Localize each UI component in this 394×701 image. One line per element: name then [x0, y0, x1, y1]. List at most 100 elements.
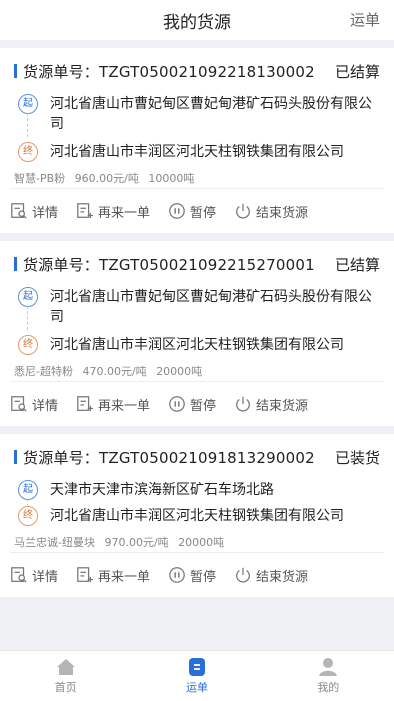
status-badge: 已装货: [334, 448, 380, 467]
destination-row: 终 河北省唐山市丰润区河北天柱钢铁集团有限公司: [18, 335, 380, 355]
card-header: 货源单号：TZGT050021091813290002 已装货: [14, 434, 380, 480]
order-again-label: 再来一单: [98, 569, 151, 585]
tab-home-label: 首页: [54, 681, 77, 694]
status-badge: 已结算: [334, 255, 380, 274]
power-icon: [236, 567, 250, 583]
title-bar-marker: [14, 64, 17, 78]
title-bar-marker: [14, 257, 17, 271]
origin-row: 起 河北省唐山市曹妃甸区曹妃甸港矿石码头股份有限公司: [18, 94, 380, 137]
goods-name: 马兰忠诚-纽曼块: [14, 536, 95, 549]
end-cargo-button[interactable]: 结束货源: [234, 395, 308, 414]
detail-button[interactable]: 详情: [10, 566, 58, 585]
pause-icon: [169, 203, 185, 219]
origin-tag: 起: [18, 94, 38, 114]
pause-button[interactable]: 暂停: [168, 395, 216, 414]
order-again-icon: [77, 567, 94, 583]
tab-home[interactable]: 首页: [0, 651, 131, 701]
destination-tag: 终: [18, 506, 38, 526]
order-again-button[interactable]: 再来一单: [76, 395, 150, 414]
order-again-label: 再来一单: [98, 205, 151, 221]
tab-mine[interactable]: 我的: [263, 651, 394, 701]
goods-name: 悉尼-超特粉: [14, 365, 73, 378]
status-badge: 已结算: [334, 62, 380, 81]
pause-button[interactable]: 暂停: [168, 202, 216, 221]
destination-address: 河北省唐山市丰润区河北天柱钢铁集团有限公司: [50, 508, 344, 524]
detail-label: 详情: [32, 205, 59, 221]
tab-mine-label: 我的: [317, 681, 340, 694]
cargo-card[interactable]: 货源单号：TZGT050021092215270001 已结算 起 河北省唐山市…: [0, 241, 394, 426]
cargo-number: 货源单号：TZGT050021092218130002: [23, 62, 315, 81]
unit-price: 970.00元/吨: [104, 536, 169, 549]
order-again-button[interactable]: 再来一单: [76, 202, 150, 221]
detail-button[interactable]: 详情: [10, 202, 58, 221]
pause-label: 暂停: [190, 205, 217, 221]
end-cargo-label: 结束货源: [256, 569, 309, 585]
origin-tag: 起: [18, 287, 38, 307]
pause-icon: [169, 396, 185, 412]
power-icon: [236, 396, 250, 412]
card-actions: 详情 再来一单 暂停 结束货源: [10, 381, 384, 426]
route: 起 河北省唐山市曹妃甸区曹妃甸港矿石码头股份有限公司 终 河北省唐山市丰润区河北…: [14, 94, 380, 162]
cargo-card[interactable]: 货源单号：TZGT050021091813290002 已装货 起 天津市天津市…: [0, 434, 394, 597]
cargo-meta: 马兰忠诚-纽曼块 970.00元/吨 20000吨: [14, 534, 380, 552]
quantity: 20000吨: [156, 365, 203, 378]
route-connector: [27, 306, 28, 330]
cargo-list: 货源单号：TZGT050021092218130002 已结算 起 河北省唐山市…: [0, 40, 394, 597]
waybill-link[interactable]: 运单: [350, 9, 380, 30]
tab-waybill-label: 运单: [185, 681, 208, 694]
pause-label: 暂停: [190, 569, 217, 585]
end-cargo-button[interactable]: 结束货源: [234, 566, 308, 585]
destination-row: 终 河北省唐山市丰润区河北天柱钢铁集团有限公司: [18, 506, 380, 526]
order-again-icon: [77, 396, 94, 412]
page-title: 我的货源: [163, 13, 231, 33]
quantity: 10000吨: [148, 172, 195, 185]
detail-icon: [11, 567, 27, 583]
card-header: 货源单号：TZGT050021092215270001 已结算: [14, 241, 380, 287]
origin-address: 河北省唐山市曹妃甸区曹妃甸港矿石码头股份有限公司: [50, 96, 372, 132]
detail-icon: [11, 203, 27, 219]
pause-icon: [169, 567, 185, 583]
cargo-card[interactable]: 货源单号：TZGT050021092218130002 已结算 起 河北省唐山市…: [0, 48, 394, 233]
card-actions: 详情 再来一单 暂停 结束货源: [10, 552, 384, 597]
card-header: 货源单号：TZGT050021092218130002 已结算: [14, 48, 380, 94]
power-icon: [236, 203, 250, 219]
tab-waybill[interactable]: 运单: [131, 651, 262, 701]
cargo-number: 货源单号：TZGT050021091813290002: [23, 448, 315, 467]
destination-address: 河北省唐山市丰润区河北天柱钢铁集团有限公司: [50, 337, 344, 353]
top-bar: 我的货源 运单: [0, 0, 394, 40]
title-bar-marker: [14, 450, 17, 464]
route: 起 天津市天津市滨海新区矿石车场北路 终 河北省唐山市丰润区河北天柱钢铁集团有限…: [14, 480, 380, 526]
destination-address: 河北省唐山市丰润区河北天柱钢铁集团有限公司: [50, 144, 344, 160]
cargo-meta: 智慧-PB粉 960.00元/吨 10000吨: [14, 170, 380, 188]
origin-row: 起 河北省唐山市曹妃甸区曹妃甸港矿石码头股份有限公司: [18, 287, 380, 330]
origin-address: 天津市天津市滨海新区矿石车场北路: [50, 482, 274, 498]
end-cargo-button[interactable]: 结束货源: [234, 202, 308, 221]
pause-label: 暂停: [190, 398, 217, 414]
bottom-tab-bar: 首页 运单 我的: [0, 650, 394, 701]
unit-price: 470.00元/吨: [82, 365, 147, 378]
detail-button[interactable]: 详情: [10, 395, 58, 414]
origin-tag: 起: [18, 480, 38, 500]
detail-label: 详情: [32, 569, 59, 585]
goods-name: 智慧-PB粉: [14, 172, 66, 185]
quantity: 20000吨: [178, 536, 225, 549]
home-icon: [56, 659, 75, 675]
route: 起 河北省唐山市曹妃甸区曹妃甸港矿石码头股份有限公司 终 河北省唐山市丰润区河北…: [14, 287, 380, 355]
destination-tag: 终: [18, 142, 38, 162]
order-again-button[interactable]: 再来一单: [76, 566, 150, 585]
detail-icon: [11, 396, 27, 412]
detail-label: 详情: [32, 398, 59, 414]
destination-row: 终 河北省唐山市丰润区河北天柱钢铁集团有限公司: [18, 142, 380, 162]
unit-price: 960.00元/吨: [74, 172, 139, 185]
cargo-number: 货源单号：TZGT050021092215270001: [23, 255, 315, 274]
pause-button[interactable]: 暂停: [168, 566, 216, 585]
waybill-icon: [188, 658, 205, 676]
user-icon: [319, 658, 338, 676]
route-connector: [27, 113, 28, 137]
cargo-meta: 悉尼-超特粉 470.00元/吨 20000吨: [14, 363, 380, 381]
end-cargo-label: 结束货源: [256, 205, 309, 221]
order-again-label: 再来一单: [98, 398, 151, 414]
destination-tag: 终: [18, 335, 38, 355]
origin-row: 起 天津市天津市滨海新区矿石车场北路: [18, 480, 380, 507]
order-again-icon: [77, 203, 94, 219]
